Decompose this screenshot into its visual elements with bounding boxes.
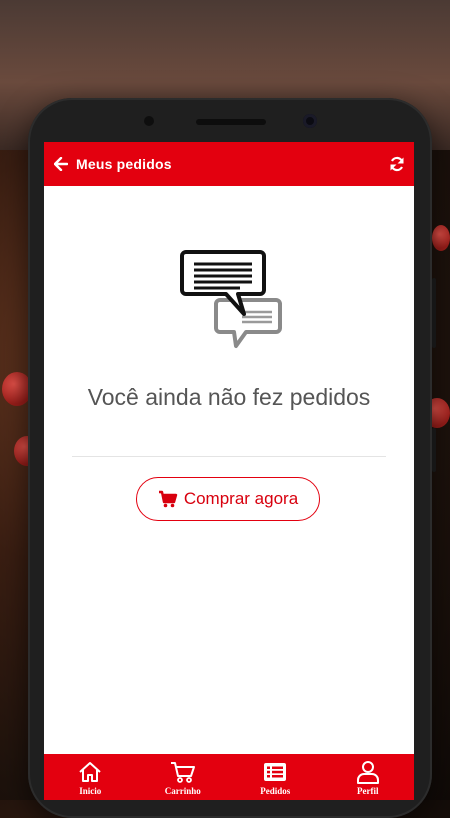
empty-state-message: Você ainda não fez pedidos (87, 384, 371, 410)
arrow-left-icon (54, 157, 68, 171)
bottom-navigation: Inicio Carrinho Pedidos Perfil (44, 754, 414, 800)
buy-now-button[interactable]: Comprar agora (136, 477, 320, 521)
home-icon (77, 760, 103, 784)
cart-icon (158, 490, 178, 508)
nav-label: Inicio (79, 786, 102, 796)
divider (72, 456, 386, 457)
back-button[interactable] (46, 142, 76, 186)
nav-label: Pedidos (260, 786, 291, 796)
profile-icon (355, 760, 381, 784)
chat-bubbles-icon (180, 250, 282, 348)
app-screen: Meus pedidos Você ainda não fez pedidos (44, 142, 414, 800)
volume-button (432, 278, 436, 348)
nav-item-inicio[interactable]: Inicio (44, 754, 137, 800)
nav-item-pedidos[interactable]: Pedidos (229, 754, 322, 800)
nav-label: Carrinho (164, 786, 201, 796)
page-title: Meus pedidos (76, 156, 172, 172)
nav-label: Perfil (357, 786, 379, 796)
buy-now-label: Comprar agora (183, 489, 299, 508)
nav-item-carrinho[interactable]: Carrinho (137, 754, 230, 800)
refresh-button[interactable] (386, 153, 408, 175)
refresh-icon (390, 156, 404, 172)
earpiece-speaker (196, 119, 266, 125)
power-button (432, 428, 436, 472)
background-strawberry (432, 225, 450, 251)
front-camera (303, 114, 317, 128)
nav-item-perfil[interactable]: Perfil (322, 754, 415, 800)
cart-icon (170, 760, 196, 784)
app-bar: Meus pedidos (44, 142, 414, 186)
orders-list-icon (262, 760, 288, 784)
proximity-sensor (144, 116, 154, 126)
